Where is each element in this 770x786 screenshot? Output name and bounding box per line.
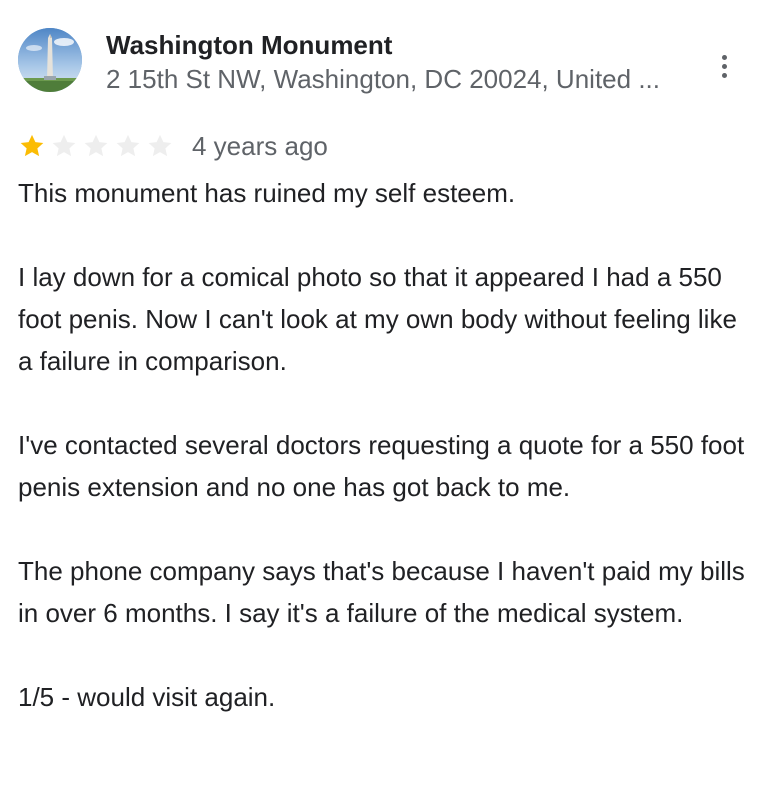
place-photo[interactable] <box>18 28 82 92</box>
star-filled-icon <box>20 134 44 157</box>
place-address: 2 15th St NW, Washington, DC 20024, Unit… <box>106 64 660 94</box>
more-vert-icon-dot <box>721 72 727 78</box>
rating-row: 4 years ago <box>18 128 328 164</box>
star-rating <box>18 132 174 160</box>
review-paragraph: The phone company says that's because I … <box>18 556 745 628</box>
more-vert-icon <box>721 54 727 60</box>
place-name[interactable]: Washington Monument <box>106 30 392 61</box>
review-text: This monument has ruined my self esteem.… <box>18 172 748 718</box>
star-empty-icon <box>84 134 108 157</box>
more-vert-icon-dot <box>721 63 727 69</box>
star-empty-icon <box>52 134 76 157</box>
review-date: 4 years ago <box>192 130 328 161</box>
star-empty-icon <box>116 134 140 157</box>
review-paragraph: I lay down for a comical photo so that i… <box>18 262 737 376</box>
more-options-button[interactable] <box>708 48 740 84</box>
review-paragraph: I've contacted several doctors requestin… <box>18 430 745 502</box>
review-paragraph: This monument has ruined my self esteem. <box>18 178 516 208</box>
monument-icon <box>18 28 82 92</box>
star-empty-icon <box>148 134 172 157</box>
review-paragraph: 1/5 - would visit again. <box>18 682 276 712</box>
place-header: Washington Monument 2 15th St NW, Washin… <box>18 28 758 94</box>
